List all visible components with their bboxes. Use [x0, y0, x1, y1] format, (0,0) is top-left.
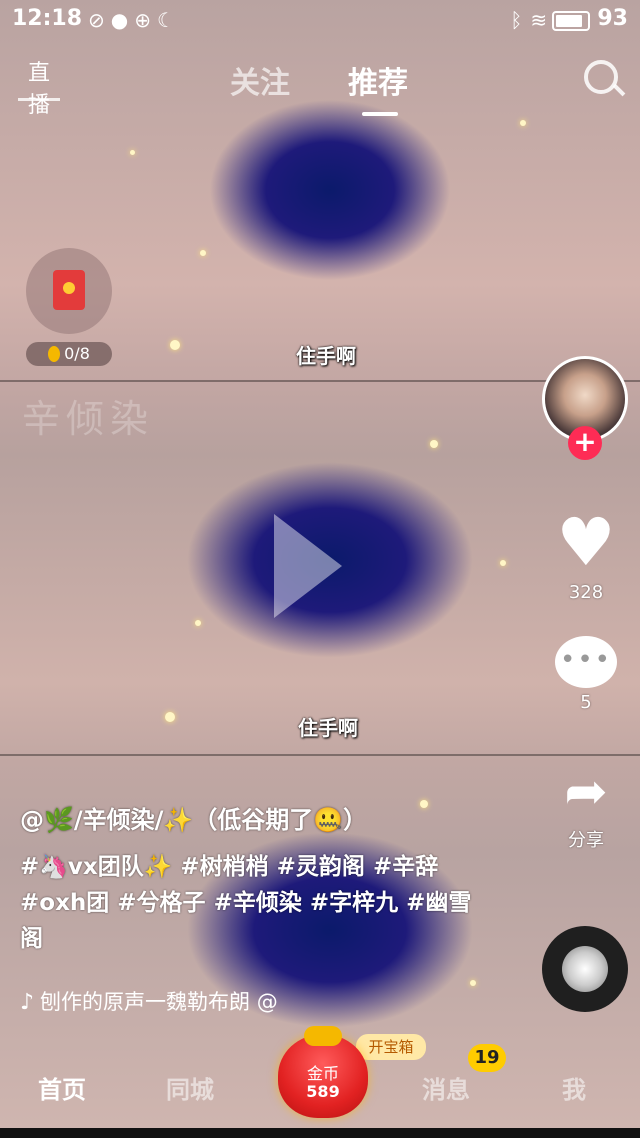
sparkle	[430, 440, 438, 448]
frame-divider	[0, 754, 640, 756]
video-watermark: 辛倾染	[22, 397, 155, 441]
sparkle	[500, 560, 506, 566]
music-title: 刨作的原声一魏勒布朗 @	[40, 990, 278, 1014]
music-disc[interactable]	[542, 926, 628, 1012]
red-packet-progress-text: 0/8	[64, 344, 90, 363]
play-icon[interactable]	[274, 514, 342, 618]
red-envelope-icon	[53, 270, 85, 310]
system-home-bar	[0, 1128, 640, 1138]
sparkle	[195, 620, 201, 626]
heart-icon: ♥	[556, 504, 616, 581]
status-left-icons: ⊘●⊕☾	[88, 8, 181, 32]
video-subtitle: 住手啊	[296, 344, 356, 368]
download-icon: ⊕	[134, 8, 157, 32]
share-label: 分享	[568, 830, 604, 851]
music-info[interactable]: ♪ 刨作的原声一魏勒布朗 @	[20, 986, 278, 1016]
sparkle	[130, 150, 135, 155]
nav-messages[interactable]: 消息	[422, 1070, 470, 1105]
sparkle	[170, 340, 180, 350]
gold-coin-icon	[48, 346, 61, 362]
video-subtitle: 住手啊	[298, 716, 358, 740]
bottom-nav: 首页 同城 消息 我	[0, 1058, 640, 1116]
nav-home[interactable]: 首页	[38, 1070, 86, 1105]
bluetooth-icon: ᛒ	[510, 8, 531, 32]
music-disc-cover	[562, 946, 608, 992]
status-time: 12:18	[12, 6, 83, 31]
message-badge: 19	[468, 1044, 506, 1072]
author-name[interactable]: @🌿/辛倾染/✨（低谷期了🤐）	[20, 800, 480, 835]
chat-icon: ●	[110, 8, 135, 32]
moon-icon: ☾	[156, 8, 181, 32]
live-button[interactable]: 直播	[18, 58, 60, 118]
follow-button[interactable]: +	[568, 426, 602, 460]
red-packet-button[interactable]	[26, 248, 112, 334]
tab-follow[interactable]: 关注	[230, 58, 290, 102]
coin-bag-knot	[304, 1026, 342, 1046]
share-button[interactable]: ➦ 分享	[546, 762, 626, 852]
battery-level: 93	[597, 6, 628, 31]
sparkle	[470, 980, 476, 986]
status-bar: 12:18 ⊘●⊕☾ ᛒ≋▭ 93	[0, 0, 640, 40]
treasure-chest-label[interactable]: 开宝箱	[356, 1034, 426, 1060]
do-not-disturb-icon: ⊘	[88, 8, 111, 32]
comment-count: 5	[580, 692, 592, 713]
sparkle	[200, 250, 206, 256]
video-caption: @🌿/辛倾染/✨（低谷期了🤐） #🦄vx团队✨ #树梢梢 #灵韵阁 #辛辞 #o…	[20, 800, 480, 957]
music-note-icon: ♪	[20, 990, 35, 1015]
like-count: 328	[568, 582, 604, 603]
like-button[interactable]: ♥ 328	[546, 504, 626, 604]
top-nav: 直播 关注 推荐	[0, 50, 640, 118]
red-packet-progress: 0/8	[26, 342, 112, 366]
nav-nearby[interactable]: 同城	[166, 1070, 214, 1105]
tab-recommend[interactable]: 推荐	[348, 58, 408, 102]
sparkle	[520, 120, 526, 126]
sparkle	[165, 712, 175, 722]
frame-divider	[0, 380, 640, 382]
nav-me[interactable]: 我	[562, 1070, 586, 1105]
share-icon: ➦	[564, 762, 608, 822]
battery-icon	[552, 11, 590, 31]
active-tab-indicator	[362, 112, 398, 116]
comment-icon: •••	[555, 636, 617, 688]
comment-button[interactable]: ••• 5	[546, 636, 626, 713]
hashtags[interactable]: #🦄vx团队✨ #树梢梢 #灵韵阁 #辛辞 #oxh团 #兮格子 #辛倾染 #字…	[20, 849, 480, 957]
search-icon[interactable]	[584, 60, 618, 94]
